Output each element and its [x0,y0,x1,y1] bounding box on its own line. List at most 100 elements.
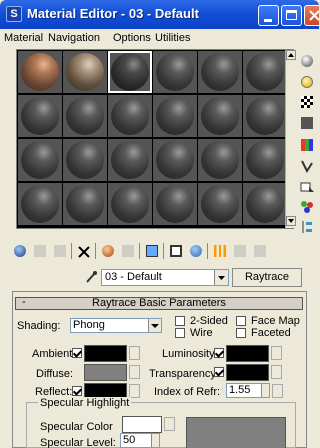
options-icon [300,182,314,192]
window-title: Material Editor - 03 - Default [27,6,199,21]
luminosity-lock-checkbox[interactable] [214,348,224,358]
sample-slot[interactable] [243,95,287,137]
index-of-refraction-spinner[interactable]: 1.55 [226,383,270,398]
sample-slot[interactable] [198,51,242,93]
material-sphere [21,53,59,91]
sample-slot[interactable] [63,51,107,93]
faceted-checkbox[interactable] [236,328,246,338]
extra-button[interactable] [252,241,268,261]
material-map-navigator-button[interactable] [299,219,315,235]
sample-slot[interactable] [198,139,242,181]
backlight-button[interactable] [299,74,315,90]
sample-slot[interactable] [153,139,197,181]
material-name-dropdown[interactable] [214,270,228,285]
sample-slot-active[interactable] [108,51,152,93]
sample-slot[interactable] [108,183,152,225]
ambient-color-swatch[interactable] [84,345,127,362]
rollout-title: Raytrace Basic Parameters [92,297,226,309]
two-sided-checkbox[interactable] [175,316,185,326]
material-sphere [66,141,104,179]
sample-slot[interactable] [18,95,62,137]
ambient-lock-checkbox[interactable] [72,348,82,358]
sample-slot[interactable] [63,183,107,225]
rollout-header[interactable]: - Raytrace Basic Parameters [15,297,303,310]
ambient-map-button[interactable] [129,346,140,360]
sample-slot[interactable] [18,183,62,225]
transparency-lock-checkbox[interactable] [214,367,224,377]
maximize-button[interactable] [281,5,302,26]
pick-material-icon[interactable] [84,269,98,285]
sample-slot[interactable] [243,183,287,225]
menu-navigation[interactable]: Navigation [48,32,100,44]
options-button[interactable] [299,179,315,195]
diffuse-map-button[interactable] [129,365,140,379]
material-name-field[interactable]: 03 - Default [101,269,229,286]
put-to-scene-button[interactable] [32,241,48,261]
transparency-color-swatch[interactable] [226,364,269,381]
background-button[interactable] [299,94,315,110]
sample-slot[interactable] [153,95,197,137]
sample-slot[interactable] [18,51,62,93]
sample-slot[interactable] [243,139,287,181]
reset-map-button[interactable] [76,241,92,261]
luminosity-color-swatch[interactable] [226,345,269,362]
specular-level-value: 50 [123,434,136,446]
diffuse-color-swatch[interactable] [84,364,127,381]
sample-slot[interactable] [108,139,152,181]
menu-utilities[interactable]: Utilities [155,32,190,44]
sample-slot[interactable] [18,139,62,181]
sample-slot[interactable] [108,95,152,137]
index-of-refraction-map-button[interactable] [272,384,283,398]
toolbar-separator [71,243,72,259]
sample-slot[interactable] [198,95,242,137]
put-to-library-button[interactable] [120,241,136,261]
preview-icon [301,160,313,174]
scroll-up-button[interactable] [286,50,296,60]
transparency-map-button[interactable] [271,365,282,379]
specular-color-swatch[interactable] [122,416,162,433]
scroll-down-button[interactable] [286,216,296,226]
shading-dropdown-arrow[interactable] [148,319,161,332]
spinner-arrows-icon[interactable] [151,434,159,447]
sample-type-button[interactable] [299,53,315,69]
toolbar-separator [163,243,164,259]
luminosity-map-button[interactable] [271,346,282,360]
luminosity-label: Luminosity: [162,348,218,360]
show-end-result-button[interactable] [188,241,204,261]
sample-slot[interactable] [63,95,107,137]
face-map-checkbox[interactable] [236,316,246,326]
minimize-button[interactable] [258,5,279,26]
material-effects-channel-button[interactable] [144,241,160,261]
select-by-material-button[interactable] [299,199,315,215]
sample-slot[interactable] [153,51,197,93]
show-map-in-viewport-button[interactable] [168,241,184,261]
close-button[interactable] [304,5,319,26]
reflect-map-button[interactable] [129,384,140,398]
material-sphere [201,141,239,179]
shading-dropdown[interactable]: Phong [70,318,162,333]
specular-level-spinner[interactable]: 50 [120,433,160,448]
app-icon: S [6,6,22,22]
go-to-parent-button[interactable] [212,241,228,261]
menu-material[interactable]: Material [4,32,43,44]
sample-slot[interactable] [243,51,287,93]
assign-to-selection-button[interactable] [52,241,68,261]
slots-scrollbar[interactable] [285,50,296,228]
sample-slot[interactable] [63,139,107,181]
specular-map-button[interactable] [164,417,175,431]
title-bar[interactable]: S Material Editor - 03 - Default [0,0,319,29]
menu-options[interactable]: Options [113,32,151,44]
select-icon [301,201,313,213]
spinner-arrows-icon[interactable] [261,384,269,397]
make-preview-button[interactable] [299,158,315,174]
make-unique-button[interactable] [100,241,116,261]
sample-slot[interactable] [198,183,242,225]
reflect-lock-checkbox[interactable] [72,386,82,396]
go-forward-to-sibling-button[interactable] [232,241,248,261]
sample-slot[interactable] [153,183,197,225]
get-material-button[interactable] [12,241,28,261]
sample-uv-tiling-button[interactable] [299,115,315,131]
material-type-button[interactable]: Raytrace [232,268,302,287]
wire-checkbox[interactable] [175,328,185,338]
video-color-check-button[interactable] [299,137,315,153]
